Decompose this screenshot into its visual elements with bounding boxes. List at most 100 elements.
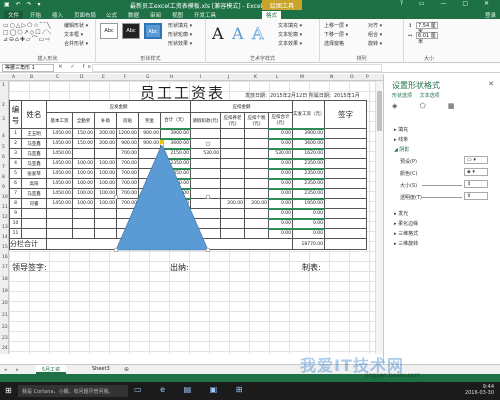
system-clock[interactable]: 9:44 2016-03-30 xyxy=(465,384,494,396)
header-housing[interactable]: 房贴 xyxy=(116,112,139,129)
vertical-scrollbar[interactable] xyxy=(375,81,383,354)
table-cell[interactable] xyxy=(324,168,367,179)
wordart-style-blue[interactable]: A xyxy=(232,24,244,43)
row-header[interactable]: 1 xyxy=(2,83,5,88)
add-sheet-icon[interactable]: ⊕ xyxy=(124,366,129,373)
table-cell[interactable]: 王五明 xyxy=(21,128,47,139)
row-header[interactable]: 12 xyxy=(2,215,8,220)
table-cell[interactable]: 2350.00 xyxy=(292,157,325,169)
sheet-nav-arrows[interactable]: ◂ ▸ xyxy=(4,367,23,373)
table-cell[interactable] xyxy=(324,208,367,219)
header-total[interactable]: 合计（元） xyxy=(160,112,191,129)
shape-effects-button[interactable]: 形状效果 ▾ xyxy=(168,40,192,47)
row-header[interactable]: 11 xyxy=(2,205,8,210)
wordart-style-plain[interactable]: A xyxy=(212,24,224,43)
table-cell[interactable]: 100.00 xyxy=(72,168,95,179)
table-cell[interactable]: 0.00 xyxy=(268,167,293,179)
row-header[interactable]: 19 xyxy=(2,289,8,294)
row-header[interactable]: 5 xyxy=(2,145,5,150)
taskbar-app-icons[interactable]: ▭ e ▤ ▣ ⊞ xyxy=(134,385,250,394)
row-header[interactable]: 2 xyxy=(2,103,5,108)
header-name[interactable]: 姓名 xyxy=(21,100,47,129)
table-cell[interactable]: 200.00 xyxy=(220,198,245,209)
row-header[interactable]: 22 xyxy=(2,325,8,330)
column-header[interactable]: I xyxy=(200,75,201,80)
table-cell[interactable]: 0.00 xyxy=(268,157,293,169)
column-header[interactable]: G xyxy=(146,75,150,80)
header-leave[interactable]: 请假扣款(元) xyxy=(190,112,221,129)
table-cell[interactable]: 0.00 xyxy=(292,227,325,239)
row-header[interactable]: 13 xyxy=(2,225,8,230)
row-header[interactable]: 21 xyxy=(2,313,8,318)
table-cell[interactable] xyxy=(72,148,95,159)
table-cell[interactable]: 100.00 xyxy=(72,178,95,189)
table-cell[interactable]: 2 xyxy=(9,138,22,149)
table-cell[interactable]: 7 xyxy=(9,188,22,199)
table-cell[interactable]: 2350.00 xyxy=(292,177,325,189)
column-header[interactable]: C xyxy=(56,75,59,80)
table-cell[interactable]: 900.00 xyxy=(138,128,161,139)
resize-handle[interactable] xyxy=(205,141,211,147)
tab-format[interactable]: 格式 xyxy=(262,11,282,19)
table-cell[interactable]: 0.00 xyxy=(268,207,293,219)
table-cell[interactable] xyxy=(244,218,269,229)
table-cell[interactable]: 0.00 xyxy=(268,137,293,149)
rotate-button[interactable]: 旋转 ▾ xyxy=(368,40,382,47)
isosceles-triangle-shape[interactable] xyxy=(112,140,212,254)
column-header[interactable]: M xyxy=(300,75,304,80)
table-cell[interactable]: 0.00 xyxy=(292,207,325,219)
table-cell[interactable]: 司睿 xyxy=(21,198,47,209)
header-subsidy[interactable]: 补助 xyxy=(94,112,117,129)
row-header[interactable]: 3 xyxy=(2,117,5,122)
table-cell[interactable]: 100.00 xyxy=(72,198,95,209)
section-3d-rotation[interactable]: ▸ 三维旋转 xyxy=(394,240,418,247)
close-icon[interactable]: ✕ xyxy=(488,80,494,88)
table-cell[interactable] xyxy=(244,128,269,139)
table-cell[interactable] xyxy=(324,198,367,209)
header-bonus[interactable]: 奖金 xyxy=(138,112,161,129)
table-cell[interactable]: 200.00 xyxy=(94,128,117,139)
table-cell[interactable]: 6 xyxy=(9,178,22,189)
wordart-style-outline[interactable]: A xyxy=(252,24,264,44)
table-cell[interactable]: 1450.00 xyxy=(46,158,73,169)
table-cell[interactable]: 马亚鑫 xyxy=(21,158,47,169)
table-cell[interactable]: 马亚鑫 xyxy=(21,138,47,149)
tab-shape-options[interactable]: 形状选项 xyxy=(392,93,412,99)
preparer-label[interactable]: 制表: xyxy=(302,262,321,273)
row-header[interactable]: 6 xyxy=(2,155,5,160)
quick-access-toolbar[interactable]: ▣ ↶ ↷ ▾ xyxy=(4,1,42,8)
table-cell[interactable]: 1450.00 xyxy=(46,138,73,149)
column-header[interactable]: D xyxy=(80,75,83,80)
table-cell[interactable]: 200.00 xyxy=(244,198,269,209)
transparency-input[interactable]: ⇕ xyxy=(464,192,488,200)
leader-sign-label[interactable]: 领导签字: xyxy=(12,262,47,273)
row-header[interactable]: 23 xyxy=(2,336,8,341)
tab-data[interactable]: 数据 xyxy=(128,11,139,19)
table-cell[interactable] xyxy=(324,148,367,159)
text-fill-button[interactable]: 文本填充 ▾ xyxy=(278,22,302,29)
sheet-tab-may-salary[interactable]: 5月工资 xyxy=(36,365,67,374)
resize-handle[interactable] xyxy=(205,247,211,253)
table-cell[interactable] xyxy=(220,168,245,179)
size-slider[interactable] xyxy=(422,185,462,186)
edit-shape-button[interactable]: 编辑形状 ▾ xyxy=(64,22,88,29)
column-header[interactable]: F xyxy=(124,75,127,80)
name-box[interactable]: 等腰三角形 1 xyxy=(2,64,54,72)
formula-buttons[interactable]: ✕ ✓ fx xyxy=(58,64,94,70)
table-cell[interactable] xyxy=(220,208,245,219)
table-cell[interactable] xyxy=(190,128,221,139)
table-cell[interactable] xyxy=(72,218,95,229)
table-cell[interactable]: 马亚鑫 xyxy=(21,188,47,199)
tab-view[interactable]: 视图 xyxy=(172,11,183,19)
table-cell[interactable]: 0.00 xyxy=(268,177,293,189)
merge-shapes-button[interactable]: 合并形状 ▾ xyxy=(64,40,88,47)
table-cell[interactable] xyxy=(244,178,269,189)
header-post[interactable]: 全勤奖 xyxy=(72,112,95,129)
table-cell[interactable] xyxy=(46,228,73,239)
table-cell[interactable] xyxy=(72,208,95,219)
subtotal-value[interactable]: 18770.00 xyxy=(292,238,325,250)
shape-width-input[interactable]: 6.01 厘米 xyxy=(416,32,438,45)
table-cell[interactable]: 张爱琴 xyxy=(21,168,47,179)
table-cell[interactable]: 3900.00 xyxy=(292,127,325,139)
table-cell[interactable] xyxy=(21,208,47,219)
